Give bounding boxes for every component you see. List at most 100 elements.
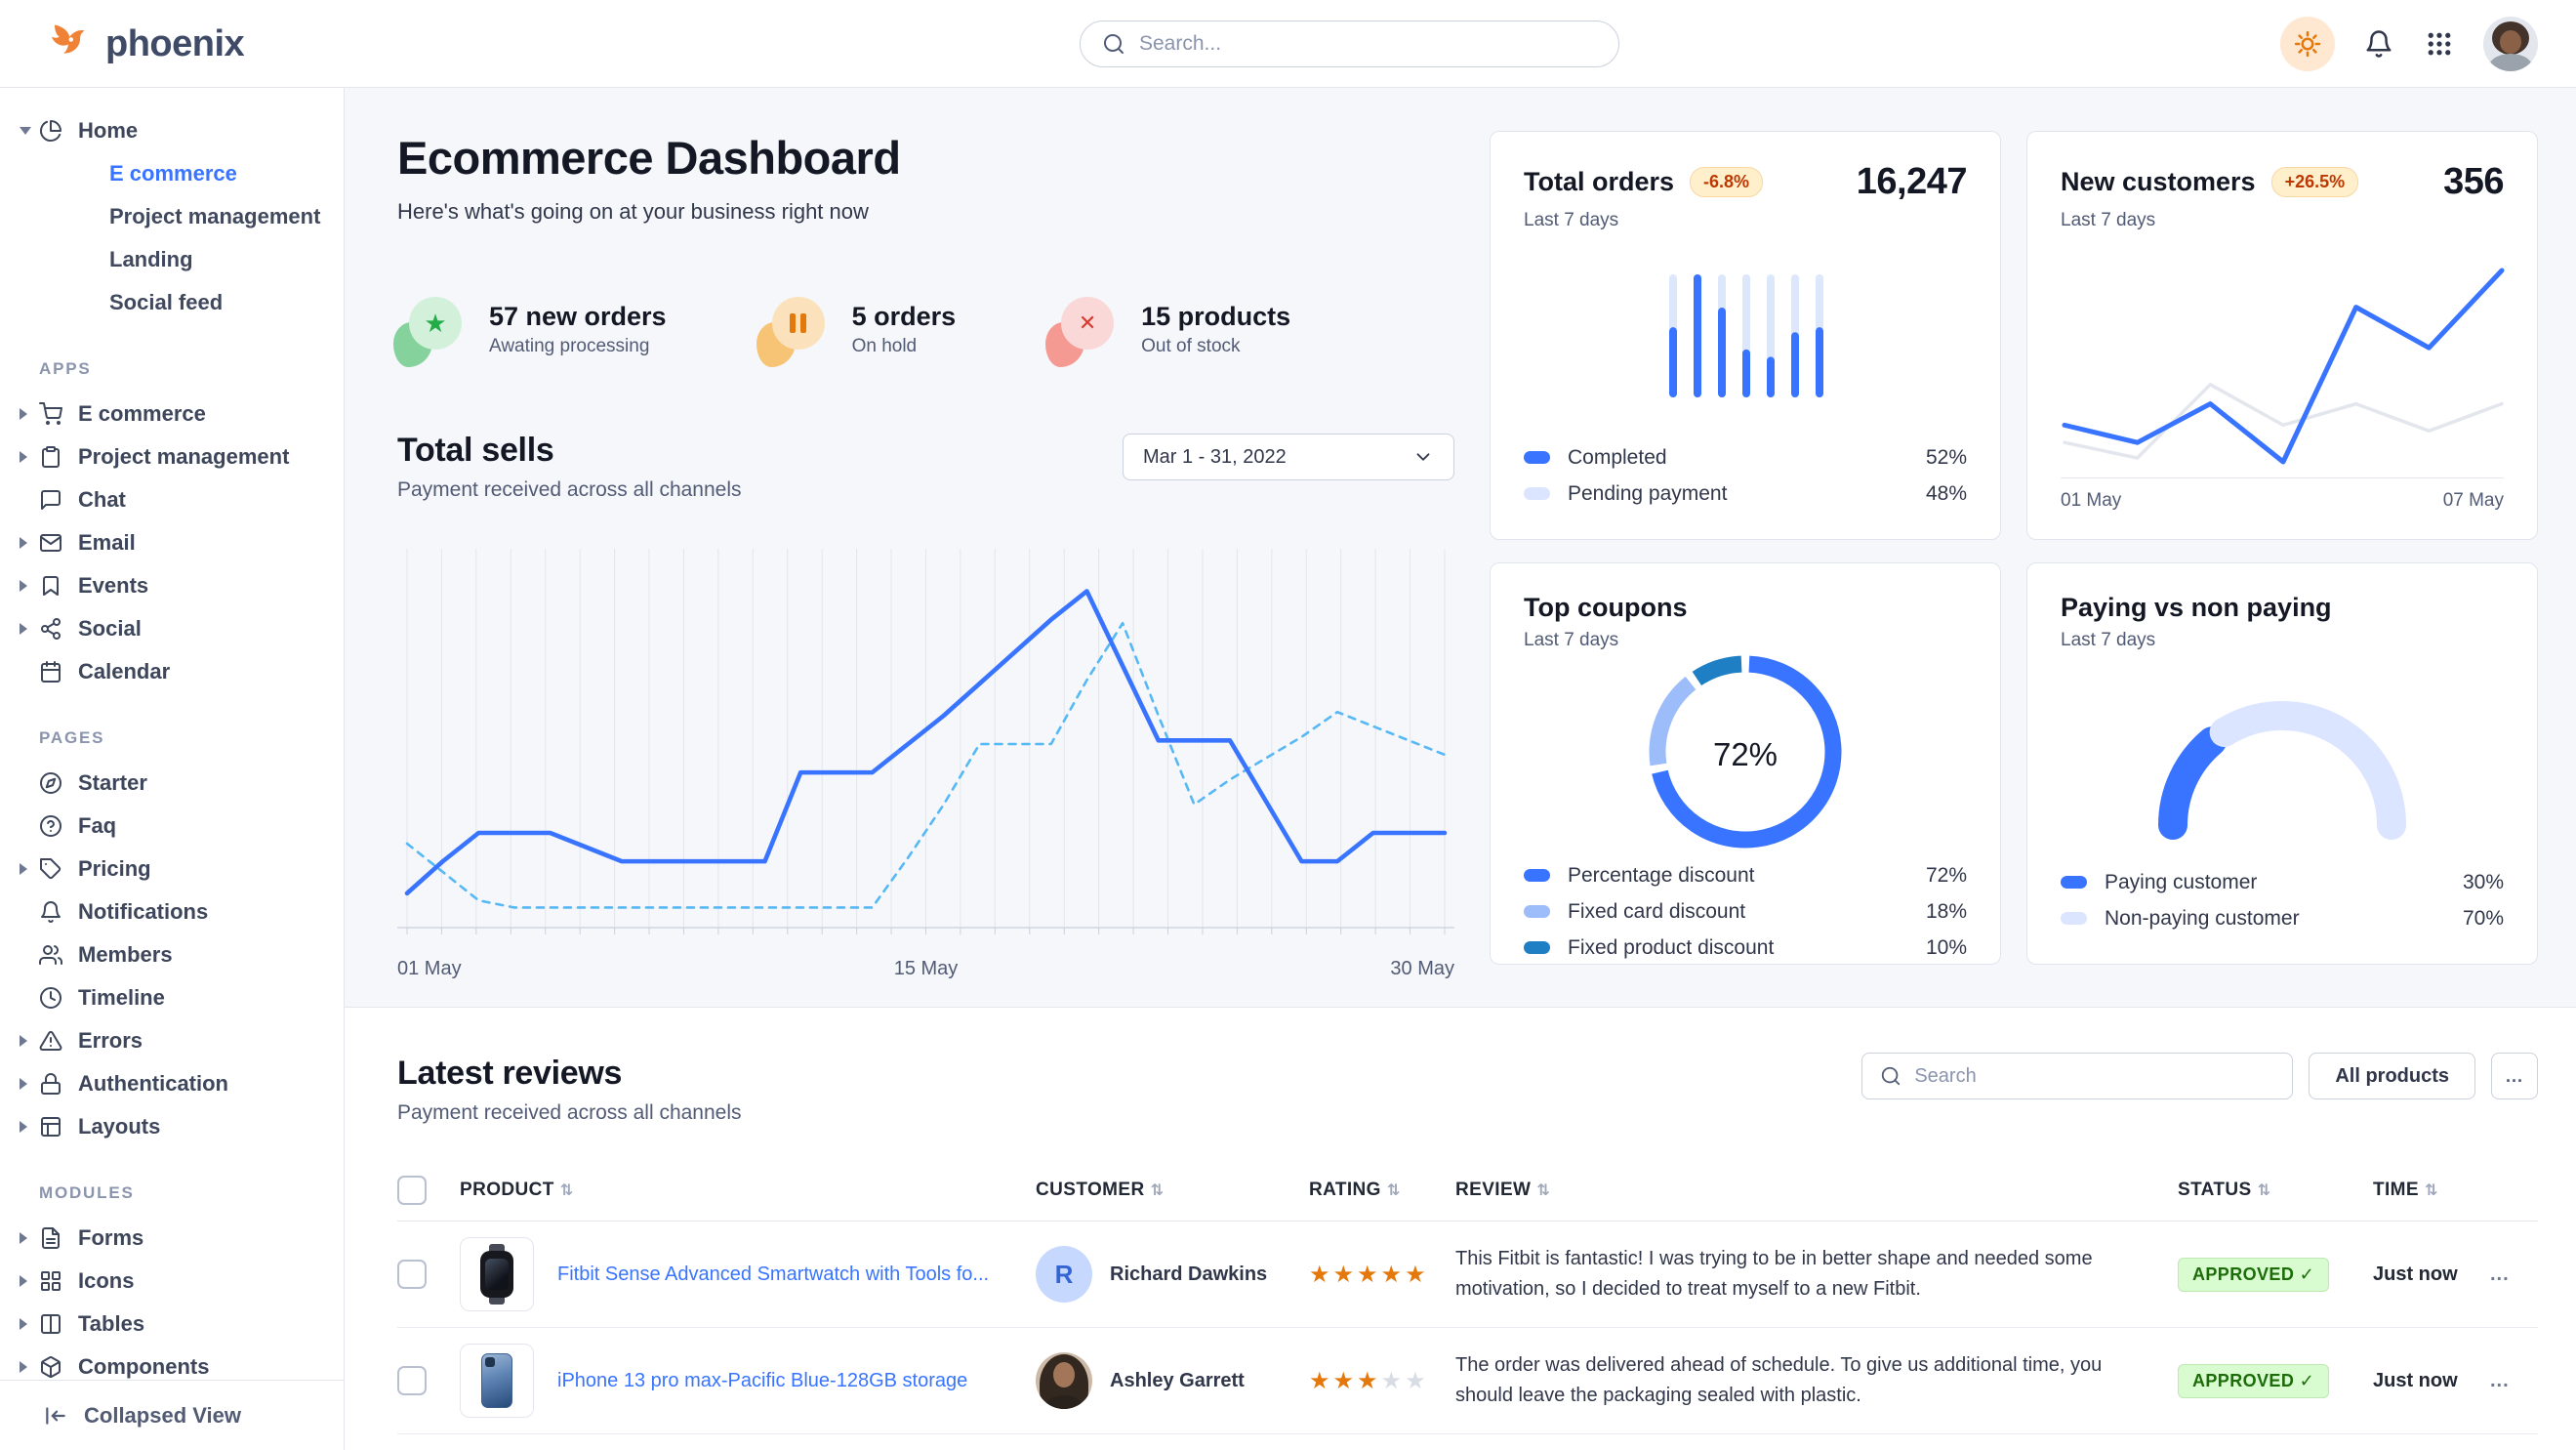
column-header-status[interactable]: STATUS⇅ (2178, 1164, 2373, 1222)
sidebar-item-e-commerce[interactable]: E commerce (0, 393, 344, 435)
global-search[interactable] (1080, 21, 1619, 67)
tag-icon (39, 857, 62, 881)
column-header-customer[interactable]: CUSTOMER⇅ (1036, 1164, 1309, 1222)
sidebar-item-e-commerce[interactable]: E commerce (0, 152, 344, 195)
card-value: 16,247 (1857, 161, 1967, 203)
sidebar-item-calendar[interactable]: Calendar (0, 650, 344, 693)
column-header-label: STATUS (2178, 1180, 2252, 1200)
sidebar-item-pricing[interactable]: Pricing (0, 848, 344, 891)
caret-right-icon (20, 1232, 27, 1244)
help-circle-icon (39, 814, 62, 838)
reviews-search-input[interactable] (1914, 1065, 2274, 1088)
sidebar-item-layouts[interactable]: Layouts (0, 1105, 344, 1148)
sidebar-item-project-management[interactable]: Project management (0, 195, 344, 238)
global-search-input[interactable] (1139, 32, 1597, 56)
sidebar-item-email[interactable]: Email (0, 521, 344, 564)
sidebar-item-label: Authentication (78, 1071, 228, 1097)
sidebar-item-tables[interactable]: Tables (0, 1303, 344, 1346)
apps-menu-button[interactable] (2423, 17, 2456, 71)
row-checkbox[interactable] (397, 1366, 427, 1395)
sidebar-item-icons[interactable]: Icons (0, 1260, 344, 1303)
row-more-button[interactable]: ... (2490, 1370, 2510, 1391)
sidebar-item-chat[interactable]: Chat (0, 478, 344, 521)
new-customers-chart: 01 May 07 May (2061, 231, 2504, 512)
reviews-search[interactable] (1861, 1053, 2293, 1099)
total-sells-chart: 01 May 15 May 30 May (397, 537, 1454, 987)
sidebar-item-notifications[interactable]: Notifications (0, 891, 344, 933)
select-all-checkbox[interactable] (397, 1176, 427, 1205)
sidebar-item-timeline[interactable]: Timeline (0, 976, 344, 1019)
table-row: Fitbit Sense Advanced Smartwatch with To… (397, 1222, 2538, 1328)
sidebar-item-label: Home (78, 118, 138, 144)
sidebar-item-home[interactable]: Home (0, 109, 344, 152)
stat-text: 5 ordersOn hold (852, 300, 957, 359)
caret-right-icon (20, 408, 27, 420)
legend-value: 70% (2463, 907, 2504, 931)
dashboard-top: Ecommerce Dashboard Here's what's going … (345, 88, 2576, 1007)
sidebar-item-landing[interactable]: Landing (0, 238, 344, 281)
caret-right-icon (20, 863, 27, 875)
navbar-actions (2280, 0, 2538, 88)
review-time: Just now (2373, 1264, 2458, 1285)
users-icon (39, 943, 62, 967)
user-avatar[interactable] (2483, 17, 2538, 71)
sidebar-item-errors[interactable]: Errors (0, 1019, 344, 1062)
sidebar-item-label: Icons (78, 1268, 134, 1294)
legend-label: Completed (1568, 446, 1667, 470)
grid-icon (39, 1269, 62, 1293)
notifications-button[interactable] (2362, 17, 2395, 71)
legend-item: Non-paying customer70% (2061, 900, 2504, 936)
layout-icon (39, 1115, 62, 1139)
sidebar-item-members[interactable]: Members (0, 933, 344, 976)
legend-swatch (2061, 876, 2087, 889)
clipboard-icon (39, 445, 62, 469)
card-period: Last 7 days (2061, 630, 2504, 651)
column-header-product[interactable]: PRODUCT⇅ (460, 1164, 1036, 1222)
all-products-button[interactable]: All products (2309, 1053, 2475, 1099)
more-options-button[interactable]: ... (2491, 1053, 2538, 1099)
sidebar-item-social-feed[interactable]: Social feed (0, 281, 344, 324)
top-coupons-card: Top coupons Last 7 days 72% Percentage d… (1490, 562, 2001, 965)
product-link[interactable]: iPhone 13 pro max-Pacific Blue-128GB sto… (557, 1367, 967, 1394)
rating-stars: ★★★★★ (1309, 1261, 1455, 1289)
product-link[interactable]: Fitbit Sense Advanced Smartwatch with To… (557, 1261, 989, 1288)
sidebar-item-social[interactable]: Social (0, 607, 344, 650)
row-checkbox[interactable] (397, 1260, 427, 1289)
coupons-legend: Percentage discount72%Fixed card discoun… (1524, 857, 1967, 966)
latest-reviews-section: Latest reviews Payment received across a… (345, 1007, 2576, 1450)
reviews-controls: All products ... (1861, 1053, 2538, 1099)
card-title: Top coupons (1524, 593, 1687, 623)
date-range-select[interactable]: Mar 1 - 31, 2022 (1123, 434, 1454, 480)
row-more-button[interactable]: ... (2490, 1264, 2510, 1285)
sidebar: HomeE commerceProject managementLandingS… (0, 88, 345, 1450)
pie-chart-icon (39, 119, 62, 143)
top-navbar: phoenix (0, 0, 2576, 88)
sidebar-item-faq[interactable]: Faq (0, 805, 344, 848)
pause-icon (772, 297, 825, 350)
paying-card: Paying vs non paying Last 7 days Paying … (2026, 562, 2538, 965)
date-range-value: Mar 1 - 31, 2022 (1143, 446, 1287, 469)
column-header-rating[interactable]: RATING⇅ (1309, 1164, 1455, 1222)
sidebar-item-authentication[interactable]: Authentication (0, 1062, 344, 1105)
collapse-view-button[interactable]: Collapsed View (0, 1380, 344, 1450)
brand-logo[interactable]: phoenix (45, 21, 244, 67)
sidebar-item-forms[interactable]: Forms (0, 1217, 344, 1260)
stat-label: Awating processing (489, 333, 667, 359)
product-image (460, 1237, 534, 1311)
coupons-donut-chart: 72% (1645, 651, 1846, 857)
legend-swatch (1524, 869, 1550, 882)
column-header-label: REVIEW (1455, 1180, 1531, 1200)
column-header-review[interactable]: REVIEW⇅ (1455, 1164, 2178, 1222)
sidebar-item-components[interactable]: Components (0, 1346, 344, 1380)
sidebar-section-header: PAGES (0, 728, 344, 748)
sidebar-item-project-management[interactable]: Project management (0, 435, 344, 478)
theme-toggle-button[interactable] (2280, 17, 2335, 71)
legend-swatch (1524, 905, 1550, 918)
status-badge: APPROVED ✓ (2178, 1258, 2329, 1292)
card-value: 356 (2443, 161, 2504, 203)
sidebar-item-starter[interactable]: Starter (0, 762, 344, 805)
sidebar-item-label: Layouts (78, 1114, 160, 1139)
sidebar-item-events[interactable]: Events (0, 564, 344, 607)
legend-value: 52% (1926, 446, 1967, 470)
column-header-time[interactable]: TIME⇅ (2373, 1164, 2490, 1222)
